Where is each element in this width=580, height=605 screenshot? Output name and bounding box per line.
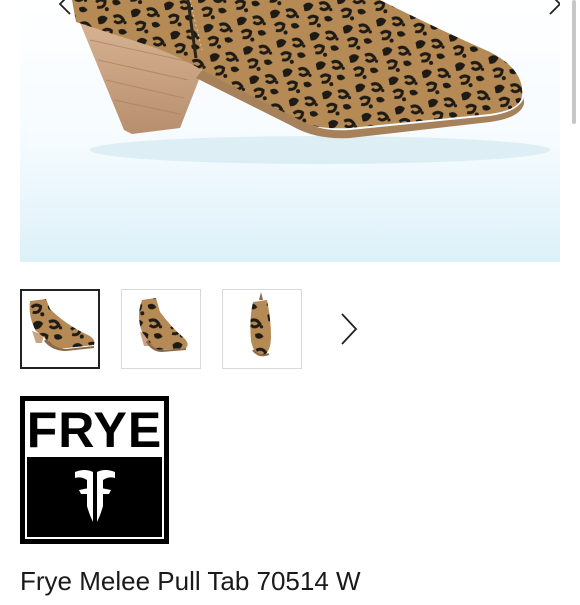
main-product-image[interactable] <box>20 0 560 262</box>
chevron-right-icon <box>341 313 358 345</box>
boot-front-thumbnail-image <box>250 292 271 357</box>
thumbnails-next-button[interactable] <box>336 311 360 347</box>
brand-wordmark: FRYE <box>26 402 163 458</box>
next-image-button[interactable] <box>542 0 560 16</box>
product-title: Frye Melee Pull Tab 70514 W <box>20 566 361 596</box>
leopard-boot-image <box>72 0 550 164</box>
boot-angled-thumbnail-image <box>139 298 188 352</box>
brand-wordmark-panel: FRYE <box>25 401 164 457</box>
chevron-right-icon <box>549 0 560 15</box>
thumbnail-strip <box>20 289 560 371</box>
scrollbar-thumb[interactable] <box>572 0 576 124</box>
thumbnail-front-view[interactable] <box>222 289 302 369</box>
prev-image-button[interactable] <box>54 0 78 16</box>
brand-logo[interactable]: FRYE <box>20 396 169 544</box>
boot-side-thumbnail-image <box>29 299 95 351</box>
frye-double-f-icon <box>75 470 115 522</box>
thumbnail-side-view[interactable] <box>20 289 100 369</box>
chevron-left-icon <box>58 0 71 15</box>
thumbnail-angled-view[interactable] <box>121 289 201 369</box>
